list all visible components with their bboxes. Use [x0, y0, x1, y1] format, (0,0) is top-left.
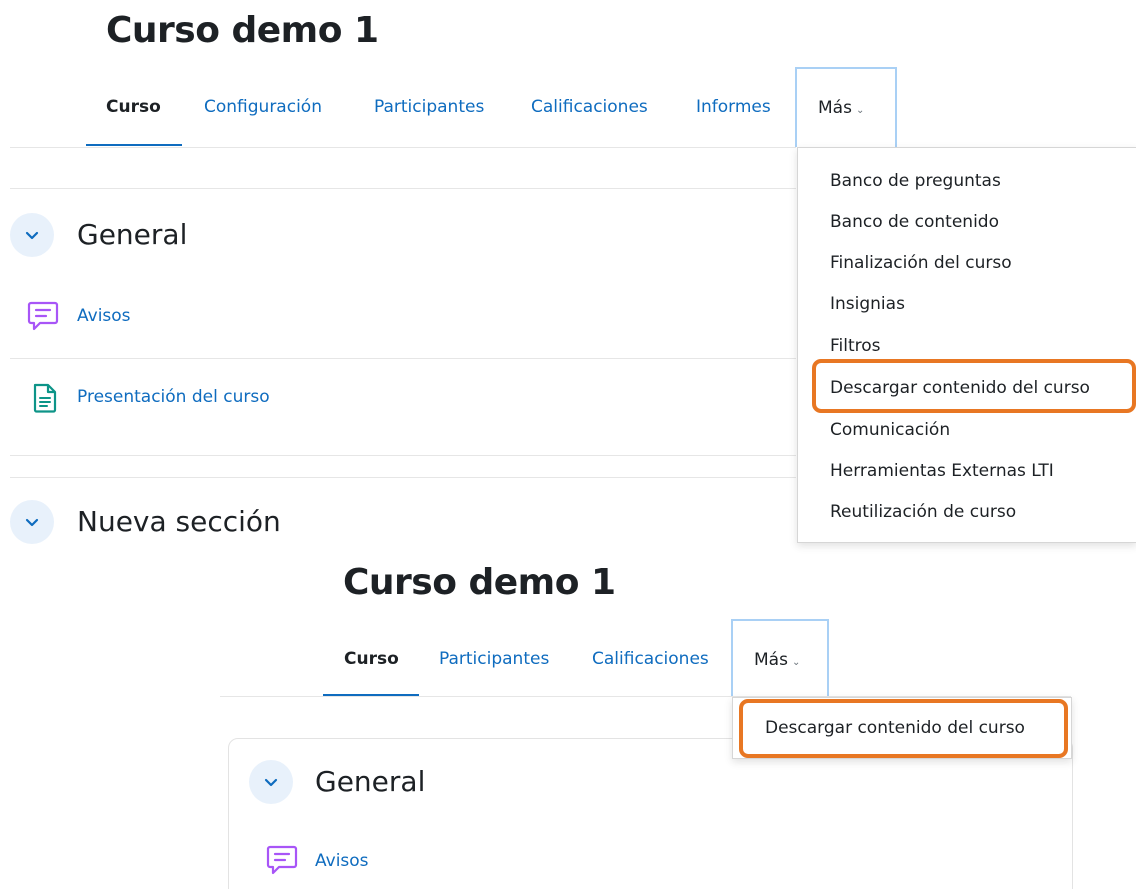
page-icon — [32, 383, 58, 418]
tab-participantes[interactable]: Participantes — [439, 649, 549, 669]
menu-item-banco-preguntas[interactable]: Banco de preguntas — [830, 171, 1001, 191]
section-title: Nueva sección — [77, 505, 281, 538]
section-divider — [10, 188, 796, 189]
chevron-down-icon — [264, 778, 278, 787]
tab-curso[interactable]: Curso — [344, 649, 399, 669]
activity-link-presentacion[interactable]: Presentación del curso — [77, 387, 270, 407]
menu-item-banco-contenido[interactable]: Banco de contenido — [830, 212, 999, 232]
forum-icon — [265, 843, 299, 882]
highlight-box — [812, 359, 1136, 413]
section-collapse-toggle[interactable] — [10, 213, 54, 257]
more-menu-button[interactable]: Más ⌄ — [795, 67, 897, 147]
menu-item-reutilizacion[interactable]: Reutilización de curso — [830, 502, 1016, 522]
menu-item-herramientas-lti[interactable]: Herramientas Externas LTI — [830, 461, 1054, 481]
section-divider — [10, 477, 796, 478]
more-dropdown-menu: Banco de preguntas Banco de contenido Fi… — [797, 147, 1136, 543]
tab-curso[interactable]: Curso — [106, 97, 161, 117]
forum-icon — [26, 299, 60, 338]
page-title: Curso demo 1 — [106, 10, 379, 51]
activity-divider — [10, 358, 796, 359]
chevron-down-icon: ⌄ — [791, 657, 801, 668]
menu-item-finalizacion[interactable]: Finalización del curso — [830, 253, 1012, 273]
activity-link-avisos[interactable]: Avisos — [315, 851, 369, 871]
tab-configuracion[interactable]: Configuración — [204, 97, 322, 117]
chevron-down-icon — [25, 231, 39, 240]
menu-item-filtros[interactable]: Filtros — [830, 336, 881, 356]
chevron-down-icon: ⌄ — [855, 105, 865, 116]
menu-item-comunicacion[interactable]: Comunicación — [830, 420, 950, 440]
section-title: General — [315, 765, 426, 798]
section-title: General — [77, 218, 188, 251]
more-menu-button[interactable]: Más ⌄ — [731, 619, 829, 697]
tab-participantes[interactable]: Participantes — [374, 97, 484, 117]
chevron-down-icon — [25, 518, 39, 527]
tab-calificaciones[interactable]: Calificaciones — [592, 649, 709, 669]
section-collapse-toggle[interactable] — [249, 760, 293, 804]
section-divider — [10, 455, 796, 456]
nav-divider — [10, 147, 796, 148]
menu-item-insignias[interactable]: Insignias — [830, 294, 905, 314]
active-tab-indicator — [86, 144, 182, 146]
tab-informes[interactable]: Informes — [696, 97, 771, 117]
section-collapse-toggle[interactable] — [10, 500, 54, 544]
page-title: Curso demo 1 — [343, 562, 616, 603]
more-label: Más — [818, 98, 852, 118]
highlight-box — [739, 699, 1068, 758]
more-label: Más — [754, 650, 788, 670]
activity-link-avisos[interactable]: Avisos — [77, 306, 131, 326]
tab-calificaciones[interactable]: Calificaciones — [531, 97, 648, 117]
